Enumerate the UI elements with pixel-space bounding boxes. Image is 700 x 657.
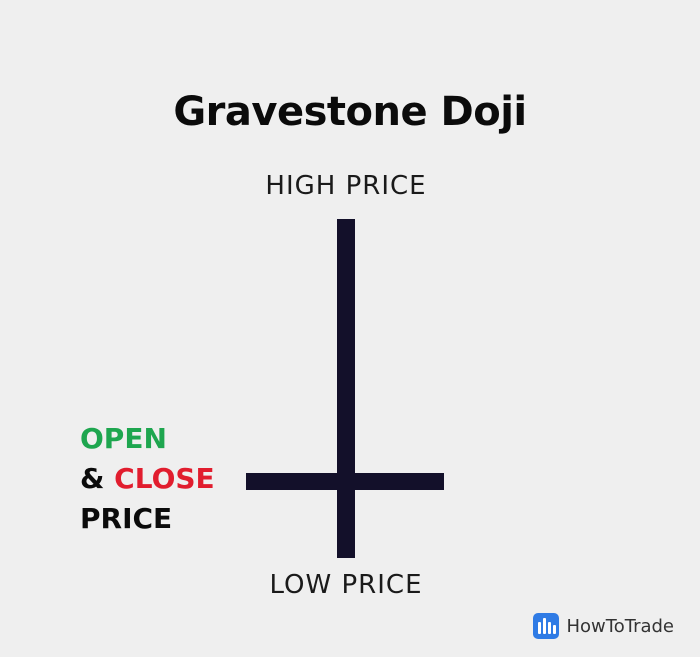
howtotrade-logo: HowToTrade: [532, 613, 675, 639]
ampersand: &: [80, 462, 105, 495]
logo-text: HowToTrade: [566, 615, 675, 637]
high-price-label: HIGH PRICE: [265, 171, 427, 201]
price-word: PRICE: [80, 502, 173, 535]
candle-wick: [337, 219, 355, 558]
open-close-price-label: OPEN & CLOSE PRICE: [80, 419, 215, 539]
bar-chart-icon: [532, 613, 559, 639]
close-word: CLOSE: [114, 462, 215, 495]
low-price-label: LOW PRICE: [269, 570, 423, 600]
diagram-title: Gravestone Doji: [173, 89, 527, 135]
open-word: OPEN: [80, 422, 167, 455]
candle-body-line: [246, 473, 444, 490]
